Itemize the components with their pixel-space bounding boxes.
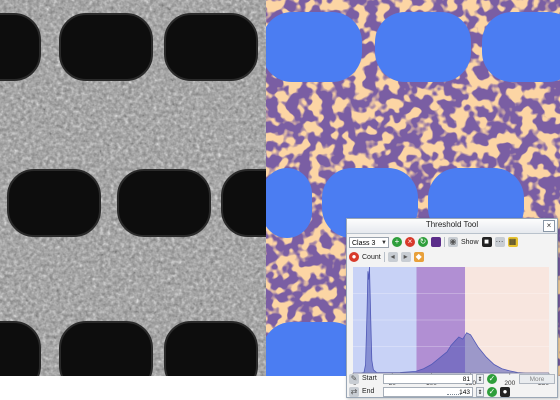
chevron-down-icon: ▼ — [381, 239, 387, 246]
end-label: End — [362, 388, 375, 395]
histogram-chart[interactable]: 0 50 100 150 200 250 — [351, 265, 555, 387]
start-apply-icon[interactable]: ✓ — [487, 373, 497, 384]
resize-grip[interactable] — [447, 394, 461, 397]
more-button[interactable]: More — [519, 373, 555, 384]
range-picker-icon[interactable]: ⇄ — [349, 386, 359, 397]
next-icon[interactable]: ▸ — [400, 252, 411, 262]
end-apply-icon[interactable]: ✓ — [487, 386, 497, 397]
panel-title: Threshold Tool — [425, 220, 479, 229]
add-class-icon[interactable]: + — [392, 237, 402, 247]
show-dropdown[interactable]: Show — [461, 239, 479, 246]
toolbar-top: Class 3 ▼ + × ↻ ◉ Show ■ ⋯ ▦ — [349, 235, 555, 249]
class-select-value: Class 3 — [352, 239, 376, 247]
gallery-icon[interactable]: ▦ — [507, 237, 518, 247]
toolbar-separator — [444, 237, 445, 247]
refresh-icon[interactable]: ↻ — [418, 237, 428, 247]
start-row: ✎ Start 81 ⇕ ✓ More — [349, 373, 555, 384]
panel-titlebar[interactable]: Threshold Tool × — [347, 219, 557, 234]
remove-class-icon[interactable]: × — [405, 237, 415, 247]
start-label: Start — [362, 375, 377, 382]
count-button[interactable]: Count — [362, 254, 381, 261]
tag-icon[interactable]: ◆ — [413, 252, 424, 262]
class-select[interactable]: Class 3 ▼ — [349, 236, 389, 248]
toolbar-separator — [383, 252, 385, 262]
grayscale-region — [0, 0, 266, 376]
start-input[interactable]: 81 — [383, 373, 473, 384]
settings-icon[interactable]: ● — [500, 386, 510, 397]
scatter-icon[interactable]: ⋯ — [494, 237, 505, 247]
previous-icon[interactable]: ◂ — [387, 252, 398, 262]
eye-icon: ◉ — [448, 237, 458, 247]
close-button[interactable]: × — [543, 220, 555, 232]
black-box-icon[interactable]: ■ — [481, 237, 492, 247]
toolbar-second: ● Count ◂ ▸ ◆ — [349, 250, 555, 264]
start-stepper[interactable]: ⇕ — [476, 373, 484, 384]
end-stepper[interactable]: ⇕ — [476, 386, 484, 397]
count-icon: ● — [349, 252, 359, 262]
class-color-icon[interactable] — [431, 237, 441, 247]
threshold-tool-panel: Threshold Tool × Class 3 ▼ + × ↻ ◉ Show … — [346, 218, 558, 398]
eyedropper-icon[interactable]: ✎ — [349, 373, 359, 384]
